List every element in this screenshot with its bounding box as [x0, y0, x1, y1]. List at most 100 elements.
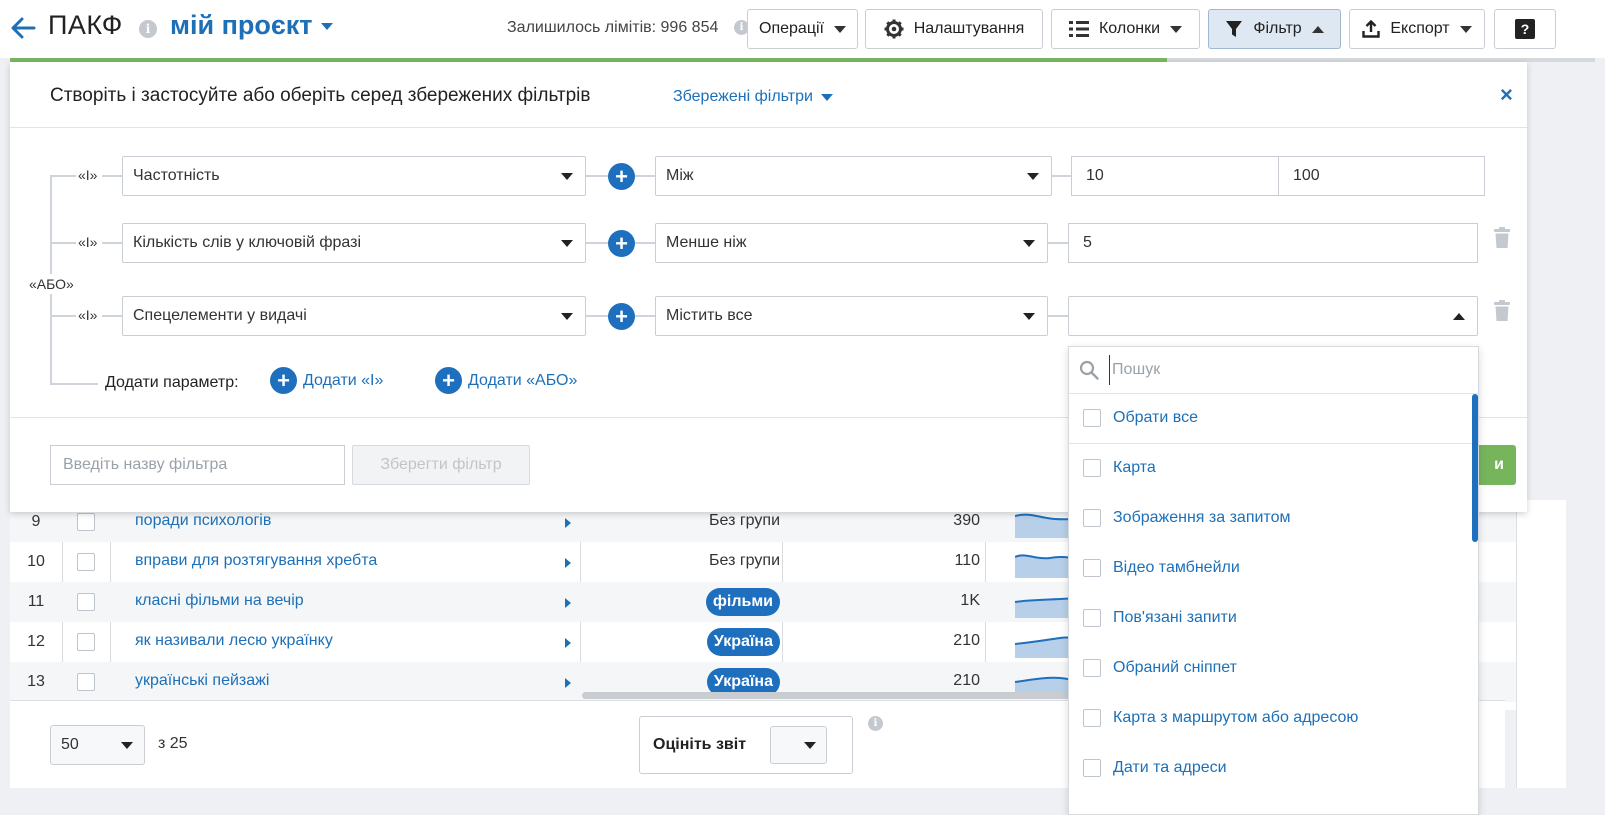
row-checkbox[interactable]: [77, 673, 95, 691]
volume-value: 110: [954, 552, 980, 569]
dropdown-scrollbar[interactable]: [1472, 394, 1478, 542]
option-label: Пов'язані запити: [1113, 609, 1237, 626]
expand-arrow-icon[interactable]: [565, 518, 571, 528]
and-label: «І»: [78, 234, 98, 250]
expand-arrow-icon[interactable]: [565, 558, 571, 568]
add-and-label: Додати «І»: [303, 371, 384, 389]
search-input[interactable]: [1109, 355, 1459, 385]
keyword-link[interactable]: поради психологів: [135, 512, 271, 530]
add-or-button[interactable]: + Додати «АБО»: [435, 367, 577, 394]
add-and-plus-icon[interactable]: +: [608, 230, 635, 257]
row-checkbox[interactable]: [77, 593, 95, 611]
add-parameter-label: Додати параметр:: [105, 374, 239, 391]
back-arrow-icon[interactable]: [10, 13, 36, 43]
saved-filters-dropdown[interactable]: Збережені фільтри: [673, 88, 833, 106]
row-checkbox[interactable]: [77, 513, 95, 531]
value-to: 100: [1293, 167, 1320, 184]
info-icon[interactable]: i: [868, 716, 883, 731]
checkbox[interactable]: [1083, 759, 1101, 777]
group-badge[interactable]: Україна: [706, 628, 780, 656]
operator-select-2[interactable]: Менше ніж: [655, 223, 1048, 263]
chevron-down-icon: [1027, 173, 1039, 180]
columns-button[interactable]: Колонки: [1051, 9, 1200, 49]
option-select-all[interactable]: Обрати все: [1069, 394, 1478, 444]
and-label: «І»: [78, 167, 98, 183]
row-number: 13: [27, 673, 45, 690]
dropdown-option[interactable]: Карта з маршрутом або адресою: [1069, 694, 1478, 744]
checkbox[interactable]: [1083, 559, 1101, 577]
keyword-link[interactable]: українські пейзажі: [135, 672, 269, 690]
filter-button[interactable]: Фільтр: [1208, 9, 1341, 49]
keyword-link[interactable]: класні фільми на вечір: [135, 592, 304, 610]
volume-value: 1K: [960, 592, 980, 609]
close-icon[interactable]: ×: [1500, 82, 1513, 108]
per-page-select[interactable]: 50: [50, 725, 145, 765]
dropdown-option[interactable]: Дати та адреси: [1069, 744, 1478, 794]
chevron-down-icon: [320, 23, 333, 31]
expand-arrow-icon[interactable]: [565, 678, 571, 688]
trash-icon[interactable]: [1493, 227, 1511, 249]
option-label: Карта з маршрутом або адресою: [1113, 709, 1359, 726]
per-page-value: 50: [61, 736, 79, 753]
horizontal-scrollbar[interactable]: [582, 692, 1082, 699]
value-input[interactable]: 5: [1068, 223, 1478, 263]
field-value: Спецелементи у видачі: [133, 307, 307, 324]
keyword-link[interactable]: як називали лесю українку: [135, 632, 333, 650]
add-and-plus-icon[interactable]: +: [608, 163, 635, 190]
expand-arrow-icon[interactable]: [565, 598, 571, 608]
filter-name-input[interactable]: [51, 446, 344, 484]
checkbox[interactable]: [1083, 709, 1101, 727]
chevron-down-icon: [1023, 240, 1035, 247]
dropdown-option[interactable]: Обраний сніппет: [1069, 644, 1478, 694]
save-filter-button[interactable]: Зберегти фільтр: [352, 445, 530, 485]
tree-connector: [102, 315, 122, 317]
chevron-up-icon: [1311, 25, 1324, 33]
field-select-2[interactable]: Кількість слів у ключовій фразі: [122, 223, 586, 263]
dropdown-option[interactable]: Відео тамбнейли: [1069, 544, 1478, 594]
question-icon: ?: [1515, 19, 1535, 39]
checkbox[interactable]: [1083, 459, 1101, 477]
group-badge[interactable]: фільми: [705, 588, 780, 616]
row-checkbox[interactable]: [77, 553, 95, 571]
help-button[interactable]: ?: [1494, 9, 1556, 49]
project-selector[interactable]: мій проєкт: [170, 10, 333, 41]
field-select-1[interactable]: Частотність: [122, 156, 586, 196]
settings-button[interactable]: Налаштування: [865, 9, 1043, 49]
add-and-button[interactable]: + Додати «І»: [270, 367, 383, 394]
trash-icon[interactable]: [1493, 300, 1511, 322]
operations-button[interactable]: Операції: [747, 9, 858, 49]
option-label: Обраний сніппет: [1113, 659, 1237, 676]
checkbox[interactable]: [1083, 609, 1101, 627]
rate-report-select[interactable]: [770, 726, 827, 764]
export-button[interactable]: Експорт: [1349, 9, 1485, 49]
add-and-plus-icon[interactable]: +: [608, 303, 635, 330]
dropdown-option[interactable]: Пов'язані запити: [1069, 594, 1478, 644]
tree-connector: [1048, 242, 1068, 244]
value-from-input[interactable]: 10: [1071, 156, 1279, 196]
tree-connector: [50, 175, 76, 177]
checkbox[interactable]: [1083, 659, 1101, 677]
checkbox[interactable]: [1083, 409, 1101, 427]
volume-value: 210: [953, 672, 980, 689]
group-name: Без групи: [709, 512, 780, 529]
dropdown-option[interactable]: Зображення за запитом: [1069, 494, 1478, 544]
field-select-3[interactable]: Спецелементи у видачі: [122, 296, 586, 336]
filter-name-field[interactable]: [50, 445, 345, 485]
chevron-down-icon: [561, 313, 573, 320]
row-number: 11: [27, 593, 45, 610]
filter-panel-header: Створіть і застосуйте або оберіть серед …: [10, 62, 1527, 128]
operator-select-1[interactable]: Між: [655, 156, 1052, 196]
limits-remaining: Залишилось лімітів: 996 854: [507, 19, 719, 36]
special-elements-dropdown: Обрати все Карта Зображення за запитом Від…: [1068, 346, 1479, 815]
operator-select-3[interactable]: Містить все: [655, 296, 1048, 336]
keyword-link[interactable]: вправи для розтягування хребта: [135, 552, 377, 570]
checkbox[interactable]: [1083, 509, 1101, 527]
dropdown-option[interactable]: Карта: [1069, 444, 1478, 494]
expand-arrow-icon[interactable]: [565, 638, 571, 648]
top-bar: ПАКФ i мій проєкт Залишилось лімітів: 99…: [0, 0, 1605, 58]
row-number: 12: [27, 633, 45, 650]
value-to-input[interactable]: 100: [1278, 156, 1485, 196]
row-checkbox[interactable]: [77, 633, 95, 651]
special-elements-select[interactable]: [1068, 296, 1478, 336]
info-icon[interactable]: i: [139, 20, 157, 38]
